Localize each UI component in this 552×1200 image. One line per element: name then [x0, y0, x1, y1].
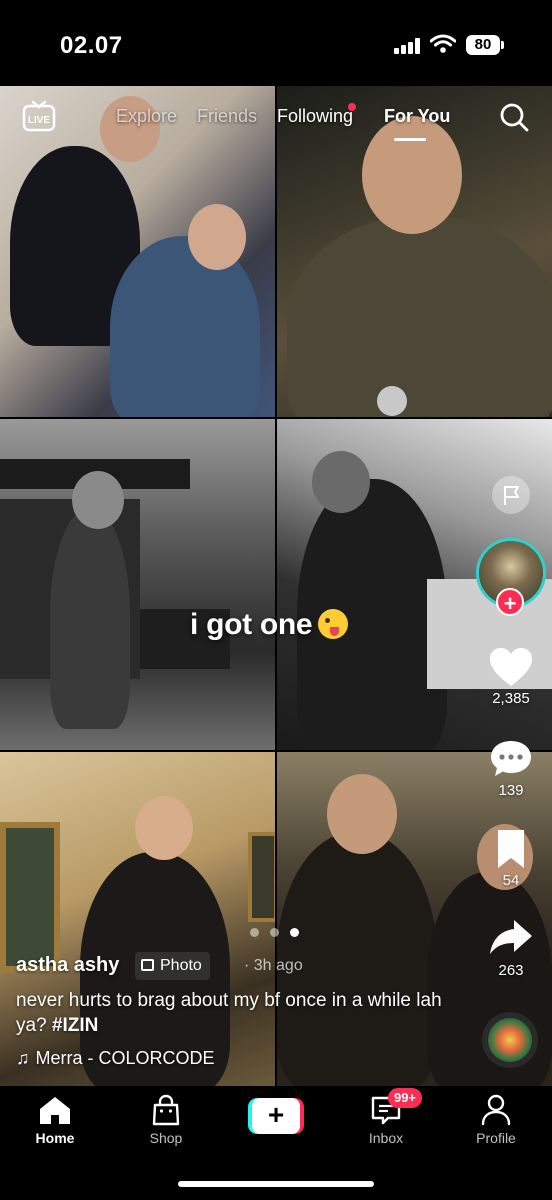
- photo-type-badge: Photo: [135, 952, 210, 980]
- svg-text:LIVE: LIVE: [28, 115, 51, 126]
- following-notification-dot: [348, 103, 356, 111]
- music-note-icon: ♫: [16, 1048, 30, 1068]
- nav-shop[interactable]: Shop: [126, 1094, 206, 1154]
- battery-icon: 80: [466, 35, 504, 55]
- active-tab-indicator: [394, 138, 426, 141]
- flag-icon: [504, 486, 519, 505]
- shopping-bag-icon: [152, 1094, 180, 1126]
- post-time: · 3h ago: [244, 957, 303, 974]
- home-indicator[interactable]: [178, 1181, 374, 1187]
- winking-tongue-emoji-icon: [318, 609, 349, 639]
- sound-disc[interactable]: [482, 1012, 538, 1068]
- photo-tile: [0, 419, 275, 750]
- top-feed-tabs: LIVE Explore Friends Following For You: [0, 96, 552, 146]
- action-rail: + 2,385 139 54 263: [470, 470, 552, 1090]
- music-title: Merra - COLORCODE: [35, 1048, 215, 1068]
- post-info: astha ashy Photo · 3h ago never hurts to…: [16, 952, 456, 1068]
- carousel-indicator: [250, 928, 302, 940]
- profile-person-icon: [481, 1094, 511, 1126]
- comment-icon[interactable]: [488, 738, 534, 780]
- bookmark-icon[interactable]: [488, 828, 534, 870]
- like-count: 2,385: [492, 690, 530, 707]
- nav-inbox-label: Inbox: [368, 1130, 404, 1146]
- nav-inbox[interactable]: 99+ Inbox: [346, 1088, 426, 1154]
- nav-home-label: Home: [35, 1130, 75, 1146]
- tab-following[interactable]: Following: [277, 106, 353, 127]
- live-icon[interactable]: LIVE: [22, 100, 56, 132]
- share-icon[interactable]: [488, 916, 534, 958]
- music-info[interactable]: ♫ Merra - COLORCODE: [16, 1048, 215, 1069]
- tab-for-you[interactable]: For You: [384, 106, 450, 127]
- nav-profile[interactable]: Profile: [456, 1094, 536, 1154]
- status-time: 02.07: [60, 32, 123, 59]
- inbox-badge: 99+: [388, 1088, 422, 1108]
- overlay-text-label: i got one: [190, 608, 313, 641]
- carousel-dot[interactable]: [250, 928, 259, 937]
- photo-icon: [141, 959, 154, 971]
- create-post-button[interactable]: +: [236, 1098, 316, 1138]
- tab-friends[interactable]: Friends: [197, 106, 257, 127]
- nav-home[interactable]: Home: [15, 1094, 95, 1154]
- cellular-signal-icon: [394, 38, 422, 54]
- nav-shop-label: Shop: [149, 1130, 183, 1146]
- nav-profile-label: Profile: [476, 1130, 516, 1146]
- save-count: 54: [502, 872, 520, 889]
- heart-icon[interactable]: [488, 646, 534, 688]
- search-icon[interactable]: [498, 101, 530, 133]
- plus-icon: +: [248, 1098, 304, 1134]
- share-count: 263: [498, 962, 524, 979]
- photo-badge-label: Photo: [160, 957, 202, 974]
- comment-count: 139: [498, 782, 524, 799]
- post-overlay-text: i got one: [190, 608, 349, 642]
- report-flag-button[interactable]: [492, 476, 530, 514]
- carousel-dot[interactable]: [270, 928, 279, 937]
- author-name[interactable]: astha ashy: [16, 954, 119, 977]
- tab-explore[interactable]: Explore: [116, 106, 177, 127]
- post-caption[interactable]: never hurts to brag about my bf once in …: [16, 988, 446, 1038]
- follow-button[interactable]: +: [496, 588, 524, 616]
- battery-level: 80: [466, 35, 500, 55]
- status-bar: 02.07 80: [0, 0, 552, 86]
- home-icon: [40, 1097, 70, 1124]
- wifi-icon: [430, 34, 456, 53]
- carousel-dot-active[interactable]: [290, 928, 299, 937]
- hashtag-link[interactable]: #IZIN: [52, 1015, 98, 1036]
